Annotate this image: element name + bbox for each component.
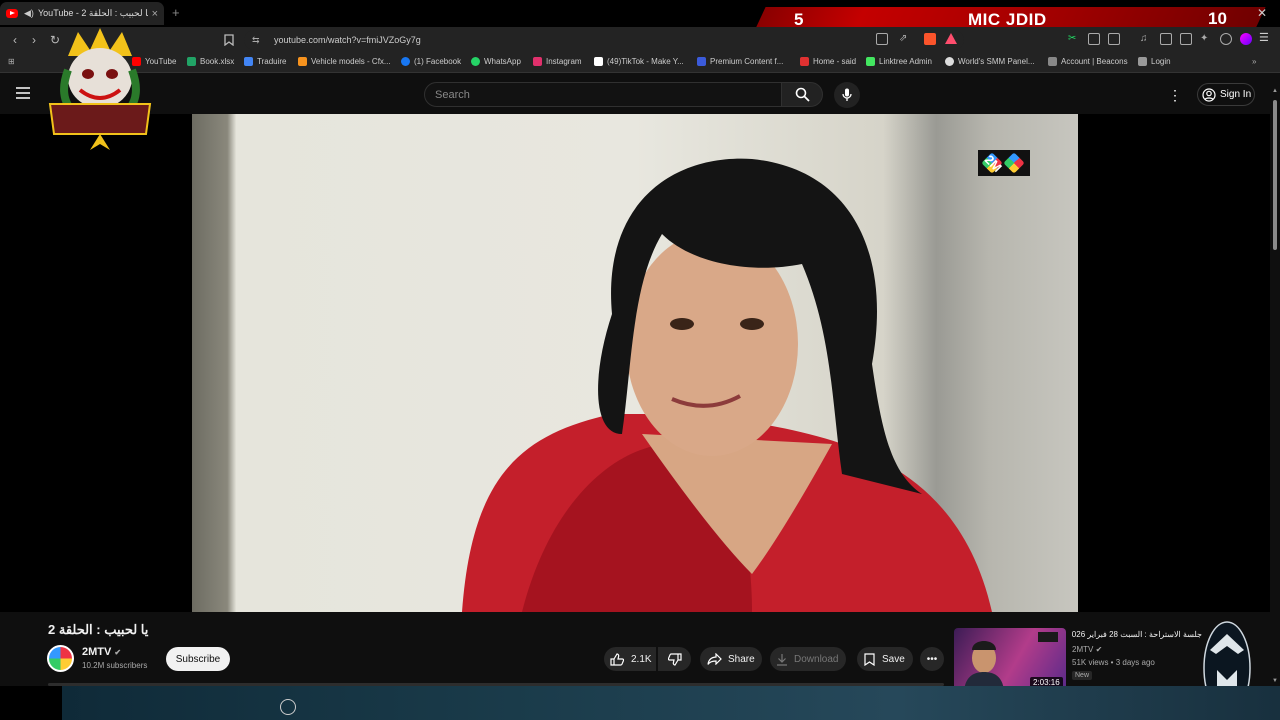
extension-1-icon[interactable]: ✂ <box>1068 33 1080 45</box>
youtube-favicon-icon <box>6 9 18 18</box>
2m-logo-icon <box>1003 152 1025 174</box>
window-close-icon[interactable]: ✕ <box>1257 6 1267 20</box>
download-icon <box>777 653 787 666</box>
verified-icon: ✔ <box>114 648 122 657</box>
bookmarks-bar: ⊞ YouTube Book.xlsx Traduire Vehicle mod… <box>0 53 1280 73</box>
streamer-logo <box>42 26 158 154</box>
recommended-meta: 51K views • 3 days ago <box>1072 658 1155 667</box>
channel-watermark: 2M <box>978 150 1030 176</box>
browser-tab[interactable]: ◀) YouTube - 2 يا لحبيب : الحلقة × <box>0 2 164 25</box>
browser-tab-bar: ◀) YouTube - 2 يا لحبيب : الحلقة × + 5 M… <box>0 0 1280 31</box>
scrollbar-thumb[interactable] <box>1273 100 1277 250</box>
back-icon[interactable]: ‹ <box>6 31 24 49</box>
thumbs-up-icon <box>610 652 624 666</box>
speaker-icon[interactable]: ◀) <box>24 8 34 19</box>
subscriber-count: 10.2M subscribers <box>82 661 148 670</box>
bookmark-beacons[interactable]: Account | Beacons <box>1048 57 1128 66</box>
hamburger-menu-icon[interactable] <box>16 87 30 99</box>
new-tab-button[interactable]: + <box>172 5 180 20</box>
bookmark-whatsapp[interactable]: WhatsApp <box>471 57 521 66</box>
recommended-title[interactable]: جلسة الاستراحة : السبت 28 فبراير 2026 <box>1072 630 1202 639</box>
sign-in-button[interactable]: Sign In <box>1197 83 1255 106</box>
bookmark-linktree[interactable]: Linktree Admin <box>866 57 932 66</box>
share-button[interactable]: Share <box>700 647 762 671</box>
wallet-icon[interactable] <box>1180 33 1192 45</box>
share-page-icon[interactable]: ⇗ <box>899 33 911 45</box>
search-button[interactable] <box>781 82 823 107</box>
channel-name[interactable]: 2MTV ✔ <box>82 646 121 658</box>
brave-shields-icon[interactable] <box>924 33 936 45</box>
search-icon <box>795 87 810 102</box>
voice-search-button[interactable] <box>834 82 860 108</box>
subscribe-button[interactable]: Subscribe <box>166 647 230 671</box>
bookmark-smm-panel[interactable]: World's SMM Panel... <box>945 57 1035 66</box>
bookmark-vehicle-models[interactable]: Vehicle models - Cfx... <box>298 57 391 66</box>
bookmark-traduire[interactable]: Traduire <box>244 57 287 66</box>
more-bookmarks-icon[interactable]: » <box>1252 57 1256 66</box>
vpn-icon[interactable]: ✦ <box>1200 33 1212 45</box>
brave-rewards-icon[interactable] <box>945 33 957 44</box>
video-frame[interactable] <box>192 114 1078 612</box>
thumbs-down-icon <box>667 652 682 666</box>
stream-right-number: 10 <box>1208 9 1227 28</box>
site-info-icon[interactable]: ⇆ <box>252 35 266 46</box>
close-tab-icon[interactable]: × <box>152 8 158 20</box>
video-scene <box>462 158 992 612</box>
search-input[interactable]: Search <box>424 82 782 107</box>
disc-icon <box>280 699 296 715</box>
youtube-header: Search ⋮ Sign In <box>0 73 1280 114</box>
extension-3-icon[interactable] <box>1108 33 1120 45</box>
video-player[interactable]: 2M <box>0 114 1270 612</box>
tab-title: YouTube - 2 يا لحبيب : الحلقة <box>38 8 148 18</box>
bookmark-book-xlsx[interactable]: Book.xlsx <box>187 57 234 66</box>
leo-icon[interactable] <box>1220 33 1232 45</box>
microphone-icon <box>842 88 852 101</box>
bookmark-login[interactable]: Login <box>1138 57 1171 66</box>
description-edge <box>48 683 944 686</box>
bookmark-instagram[interactable]: Instagram <box>533 57 582 66</box>
url-text: youtube.com/watch?v=fmiJVZoGy7g <box>274 35 421 45</box>
bookmark-premium-content[interactable]: Premium Content f... <box>697 57 783 66</box>
apps-grid-icon[interactable]: ⊞ <box>8 57 15 66</box>
more-actions-icon[interactable]: ••• <box>920 647 944 671</box>
scroll-up-icon[interactable]: ▲ <box>1272 88 1278 94</box>
verified-icon: ✔ <box>1095 645 1103 654</box>
browser-menu-icon[interactable]: ☰ <box>1259 31 1271 44</box>
address-bar[interactable]: ⇆ youtube.com/watch?v=fmiJVZoGy7g <box>244 30 964 50</box>
download-button[interactable]: Download <box>770 647 846 671</box>
share-icon <box>707 653 722 665</box>
sidebar-toggle-icon[interactable] <box>1160 33 1172 45</box>
extension-2-icon[interactable] <box>1088 33 1100 45</box>
bookmark-home-said[interactable]: Home - said <box>800 57 856 66</box>
media-control-icon[interactable]: ♫ <box>1140 33 1152 45</box>
new-badge: New <box>1072 671 1093 680</box>
like-button[interactable]: 2.1K <box>604 647 656 671</box>
save-button[interactable]: Save <box>857 647 913 671</box>
bookmark-tiktok[interactable]: (49)TikTok - Make Y... <box>594 57 684 66</box>
settings-dots-icon[interactable]: ⋮ <box>1168 87 1182 104</box>
bookmark-page-icon[interactable] <box>220 31 238 49</box>
recommended-channel[interactable]: 2MTV ✔ <box>1072 645 1102 654</box>
scroll-down-icon[interactable]: ▼ <box>1272 678 1278 684</box>
dislike-button[interactable] <box>658 647 691 671</box>
video-title: يا لحبيب : الحلقة 2 <box>48 622 149 637</box>
account-icon <box>1202 87 1216 102</box>
install-app-icon[interactable] <box>876 33 888 45</box>
bookmark-icon <box>864 652 875 666</box>
bottom-overlay-bar <box>0 686 1280 720</box>
bookmark-facebook[interactable]: (1) Facebook <box>401 57 461 66</box>
channel-avatar[interactable] <box>47 645 74 672</box>
profile-icon[interactable] <box>1240 33 1252 45</box>
forward-icon[interactable]: › <box>25 31 43 49</box>
